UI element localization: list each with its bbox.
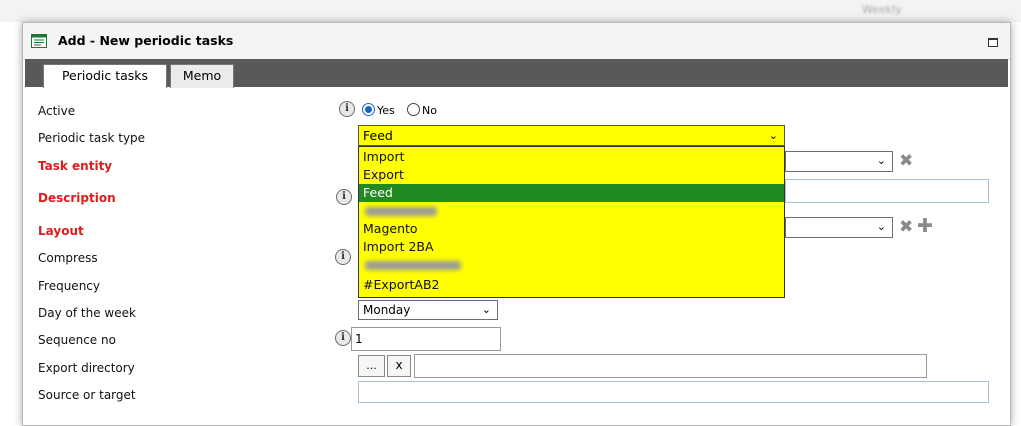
- maximize-icon[interactable]: [988, 38, 998, 47]
- task-entity-label: Task entity: [38, 159, 113, 173]
- active-yes-label: Yes: [377, 104, 395, 117]
- option-redacted-1[interactable]: [359, 202, 784, 220]
- description-info-icon[interactable]: i: [336, 189, 352, 205]
- layout-select[interactable]: ⌄: [785, 217, 893, 238]
- redacted-text: [365, 207, 437, 216]
- remove-entity-icon[interactable]: ✖: [899, 153, 913, 170]
- task-entity-select[interactable]: ⌄: [785, 151, 893, 172]
- remove-layout-icon[interactable]: ✖: [899, 219, 913, 236]
- background-strip: Weekly: [0, 0, 1021, 22]
- tab-periodic-tasks[interactable]: Periodic tasks: [43, 64, 167, 88]
- task-type-select[interactable]: Feed ⌄: [358, 125, 785, 146]
- export-directory-label: Export directory: [38, 361, 135, 375]
- source-or-target-label: Source or target: [38, 388, 136, 402]
- option-magento[interactable]: Magento: [359, 220, 784, 238]
- task-type-dropdown: Import Export Feed Magento Import 2BA #E…: [358, 146, 785, 298]
- window-title: Add - New periodic tasks: [58, 33, 234, 48]
- dialog-window: Add - New periodic tasks Periodic tasks …: [22, 22, 1011, 426]
- option-exportab2[interactable]: #ExportAB2: [359, 276, 784, 294]
- task-type-value: Feed: [363, 128, 393, 143]
- sequence-no-label: Sequence no: [38, 333, 116, 347]
- compress-label: Compress: [38, 251, 98, 265]
- option-export[interactable]: Export: [359, 166, 784, 184]
- option-feed[interactable]: Feed: [359, 184, 784, 202]
- browse-button[interactable]: ...: [358, 355, 385, 377]
- clear-button[interactable]: x: [387, 355, 411, 377]
- frequency-label: Frequency: [38, 279, 100, 293]
- chevron-down-icon: ⌄: [876, 220, 886, 233]
- active-label: Active: [38, 104, 76, 118]
- sequence-no-input[interactable]: 1: [351, 327, 501, 351]
- source-or-target-input[interactable]: [358, 381, 989, 403]
- background-text: Weekly: [862, 3, 902, 16]
- day-of-week-label: Day of the week: [38, 306, 136, 320]
- export-directory-input[interactable]: [414, 354, 927, 378]
- chevron-down-icon: ⌄: [876, 154, 886, 167]
- tab-memo[interactable]: Memo: [170, 64, 234, 88]
- option-redacted-2[interactable]: [359, 256, 784, 274]
- description-label: Description: [38, 191, 116, 205]
- form-icon: [31, 34, 47, 48]
- compress-info-icon[interactable]: i: [335, 249, 351, 265]
- active-no-radio[interactable]: [407, 103, 420, 116]
- day-of-week-value: Monday: [363, 303, 411, 317]
- option-import[interactable]: Import: [359, 148, 784, 166]
- add-layout-icon[interactable]: ✚: [917, 217, 933, 236]
- day-of-week-select[interactable]: Monday ⌄: [358, 300, 498, 320]
- sequence-info-icon[interactable]: i: [335, 330, 351, 346]
- title-bar: Add - New periodic tasks: [23, 23, 1010, 60]
- active-yes-radio[interactable]: [362, 103, 375, 116]
- active-info-icon[interactable]: i: [339, 101, 355, 117]
- active-no-label: No: [422, 104, 437, 117]
- option-import-2ba[interactable]: Import 2BA: [359, 238, 784, 256]
- chevron-down-icon: ⌄: [481, 303, 491, 316]
- tab-bar: Periodic tasks Memo: [25, 59, 1008, 88]
- redacted-text: [365, 261, 461, 270]
- task-type-label: Periodic task type: [38, 131, 146, 145]
- description-input[interactable]: [785, 179, 989, 203]
- layout-label: Layout: [38, 224, 84, 238]
- chevron-down-icon: ⌄: [768, 129, 778, 142]
